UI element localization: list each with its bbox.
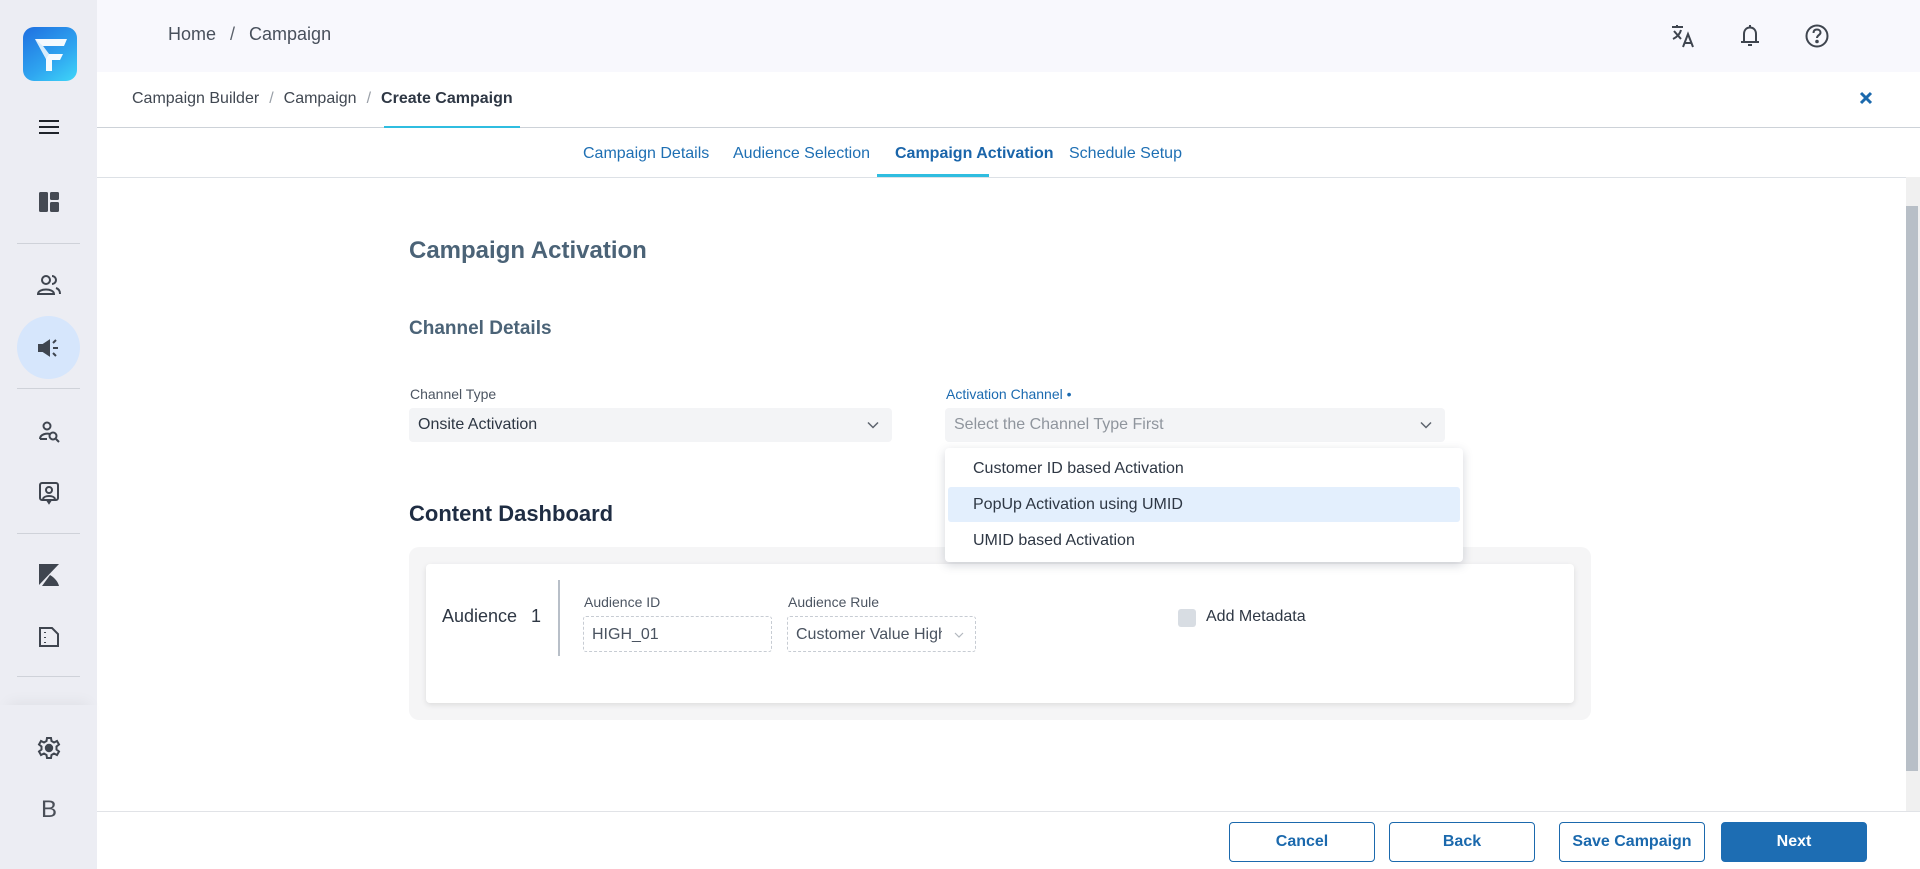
- document-icon[interactable]: [32, 620, 66, 654]
- users-icon[interactable]: [32, 268, 66, 302]
- top-header: Home / Campaign: [97, 0, 1920, 72]
- sidebar-bottom-section: [0, 705, 97, 869]
- tab-audience-selection[interactable]: Audience Selection: [733, 145, 870, 163]
- tab-campaign-activation[interactable]: Campaign Activation: [895, 145, 1054, 163]
- add-metadata-label[interactable]: Add Metadata: [1206, 608, 1306, 626]
- breadcrumb-separator: /: [269, 90, 274, 107]
- sidebar-divider: [17, 533, 80, 534]
- breadcrumb-campaign[interactable]: Campaign: [284, 90, 357, 107]
- channel-type-value: Onsite Activation: [418, 416, 538, 433]
- megaphone-icon[interactable]: [32, 331, 66, 365]
- option-customer-id-activation[interactable]: Customer ID based Activation: [948, 451, 1460, 486]
- scrollbar-thumb[interactable]: [1906, 206, 1918, 771]
- app-logo[interactable]: [23, 27, 77, 81]
- audience-id-value: HIGH_01: [592, 626, 659, 643]
- audience-id-field[interactable]: HIGH_01: [583, 616, 772, 652]
- step-tabs: Campaign Details Audience Selection Camp…: [97, 128, 1920, 178]
- gear-icon[interactable]: [32, 731, 66, 765]
- audience-rule-label: Audience Rule: [788, 594, 880, 610]
- breadcrumb-campaign-builder[interactable]: Campaign Builder: [132, 90, 259, 107]
- sidebar: B: [0, 0, 97, 869]
- sidebar-divider: [17, 388, 80, 389]
- activation-channel-placeholder: Select the Channel Type First: [954, 416, 1164, 433]
- user-search-icon[interactable]: [32, 415, 66, 449]
- top-breadcrumb: Home / Campaign: [168, 24, 331, 45]
- hamburger-icon[interactable]: [32, 110, 66, 144]
- breadcrumb-home[interactable]: Home: [168, 24, 216, 44]
- profile-card-icon[interactable]: [32, 476, 66, 510]
- audience-id-label: Audience ID: [584, 594, 661, 610]
- audience-divider: [558, 580, 560, 656]
- sidebar-divider: [17, 243, 80, 244]
- add-metadata-checkbox[interactable]: [1178, 609, 1196, 627]
- chevron-down-icon: [1420, 421, 1432, 429]
- activation-channel-label-text: Activation Channel: [946, 386, 1063, 402]
- option-popup-umid-activation[interactable]: PopUp Activation using UMID: [948, 487, 1460, 522]
- active-tab-underline: [877, 174, 989, 177]
- activation-channel-select[interactable]: Select the Channel Type First: [945, 408, 1445, 442]
- audience-label: Audience: [442, 606, 518, 626]
- activation-channel-dropdown: Customer ID based Activation PopUp Activ…: [945, 448, 1463, 562]
- page-breadcrumb-bar: Campaign Builder / Campaign / Create Campaig…: [97, 72, 1920, 130]
- option-umid-activation[interactable]: UMID based Activation: [948, 523, 1460, 558]
- activation-channel-label: Activation Channel •: [946, 386, 1072, 402]
- audience-number: 1: [531, 606, 542, 626]
- dashboard-icon[interactable]: [32, 185, 66, 219]
- breadcrumb-current: Create Campaign: [381, 90, 513, 107]
- bell-icon[interactable]: [1736, 22, 1764, 50]
- tab-schedule-setup[interactable]: Schedule Setup: [1069, 145, 1182, 163]
- logo-f-icon: [35, 39, 67, 71]
- content-dashboard-heading: Content Dashboard: [409, 501, 614, 526]
- close-icon[interactable]: [1855, 87, 1877, 109]
- chevron-down-icon: [954, 632, 964, 638]
- back-button[interactable]: Back: [1389, 822, 1535, 862]
- next-button[interactable]: Next: [1721, 822, 1867, 862]
- sidebar-divider: [17, 676, 80, 677]
- tab-campaign-details[interactable]: Campaign Details: [583, 145, 709, 163]
- audience-rule-select[interactable]: Customer Value High: [787, 616, 976, 652]
- required-mark: •: [1066, 386, 1072, 402]
- breadcrumb: Campaign Builder / Campaign / Create Campaig…: [132, 90, 513, 108]
- chevron-down-icon: [867, 421, 879, 429]
- breadcrumb-separator: /: [366, 90, 372, 107]
- breadcrumb-campaign[interactable]: Campaign: [249, 24, 331, 44]
- breadcrumb-separator: /: [230, 24, 236, 44]
- help-icon[interactable]: [1803, 22, 1831, 50]
- cancel-button[interactable]: Cancel: [1229, 822, 1375, 862]
- save-campaign-button[interactable]: Save Campaign: [1559, 822, 1705, 862]
- audience-rule-value: Customer Value High: [796, 626, 942, 643]
- page-title: Campaign Activation: [409, 237, 647, 264]
- channel-details-heading: Channel Details: [409, 318, 552, 339]
- k-logo-icon[interactable]: [32, 558, 66, 592]
- channel-type-label: Channel Type: [410, 386, 497, 402]
- user-avatar[interactable]: B: [32, 796, 66, 826]
- translate-icon[interactable]: [1669, 22, 1697, 50]
- channel-type-select[interactable]: Onsite Activation: [409, 408, 892, 442]
